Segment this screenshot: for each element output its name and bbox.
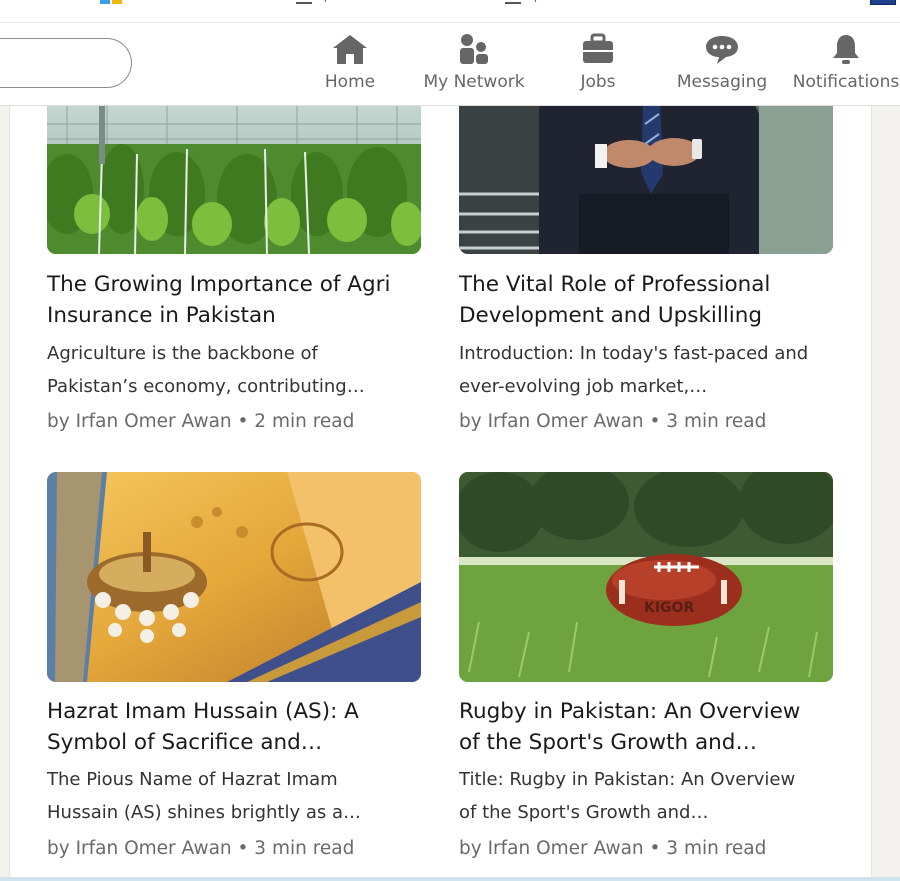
title-line: Hazrat Imam Hussain (AS): A	[47, 699, 359, 724]
article-description: Agriculture is the backbone of Pakistan’…	[47, 337, 422, 403]
nav-home-label: Home	[324, 72, 376, 92]
partial-glyph	[318, 0, 329, 2]
article-thumbnail[interactable]	[47, 106, 421, 254]
nav-messaging[interactable]: Messaging	[672, 33, 772, 97]
top-strip	[0, 0, 900, 23]
article-meta: by Irfan Omer Awan • 3 min read	[459, 838, 767, 859]
nav-jobs[interactable]: Jobs	[562, 33, 634, 97]
network-icon	[460, 34, 488, 64]
desc-line: of the Sport's Growth and…	[459, 802, 709, 823]
title-line: The Growing Importance of Agri	[47, 272, 391, 297]
article-meta: by Irfan Omer Awan • 3 min read	[459, 411, 767, 432]
article-thumbnail[interactable]	[459, 106, 833, 254]
article-meta: by Irfan Omer Awan • 2 min read	[47, 411, 355, 432]
desc-line: Introduction: In today's fast-paced and	[459, 343, 809, 364]
nav-jobs-label: Jobs	[580, 72, 616, 92]
message-icon	[706, 36, 738, 64]
partial-glyph	[528, 0, 539, 2]
desc-line: Hussain (AS) shines brightly as a…	[47, 802, 361, 823]
nav-messaging-label: Messaging	[676, 72, 768, 92]
article-title[interactable]: Hazrat Imam Hussain (AS): A Symbol of Sa…	[47, 696, 422, 758]
briefcase-icon	[583, 33, 613, 63]
title-line: Rugby in Pakistan: An Overview	[459, 699, 801, 724]
title-line: of the Sport's Growth and…	[459, 730, 757, 755]
search-input[interactable]	[0, 38, 132, 88]
svg-text:KIGOR: KIGOR	[644, 600, 694, 616]
nav-my-network-label: My Network	[423, 72, 525, 92]
article-title[interactable]: The Vital Role of Professional Developme…	[459, 269, 834, 331]
article-description: Introduction: In today's fast-paced and …	[459, 337, 834, 403]
article-thumbnail[interactable]	[47, 472, 421, 682]
partial-glyph	[505, 0, 521, 4]
desc-line: Agriculture is the backbone of	[47, 343, 318, 364]
article-description: Title: Rugby in Pakistan: An Overview of…	[459, 763, 834, 829]
desc-line: Pakistan’s economy, contributing…	[47, 376, 365, 397]
profile-thumbnail[interactable]	[870, 0, 896, 5]
bottom-edge	[0, 877, 900, 881]
title-line: Insurance in Pakistan	[47, 303, 276, 328]
partial-glyph	[296, 0, 312, 4]
desc-line: The Pious Name of Hazrat Imam	[47, 769, 338, 790]
article-meta: by Irfan Omer Awan • 3 min read	[47, 838, 355, 859]
title-line: Development and Upskilling	[459, 303, 763, 328]
article-title[interactable]: Rugby in Pakistan: An Overview of the Sp…	[459, 696, 834, 758]
windows-logo-icon	[100, 0, 122, 4]
article-description: The Pious Name of Hazrat Imam Hussain (A…	[47, 763, 422, 829]
article-title[interactable]: The Growing Importance of Agri Insurance…	[47, 269, 422, 331]
nav-notifications[interactable]: Notifications	[790, 33, 900, 97]
nav-notifications-label: Notifications	[792, 72, 900, 92]
desc-line: ever-evolving job market,…	[459, 376, 708, 397]
businessman-image	[459, 106, 833, 254]
shrine-ceiling-image	[47, 472, 421, 682]
desc-line: Title: Rugby in Pakistan: An Overview	[459, 769, 796, 790]
nav-my-network[interactable]: My Network	[418, 33, 530, 97]
rugby-ball-image: KIGOR	[459, 472, 833, 682]
bell-icon	[833, 35, 859, 64]
title-line: The Vital Role of Professional	[459, 272, 771, 297]
greenhouse-image	[47, 106, 421, 254]
nav-home[interactable]: Home	[315, 33, 385, 97]
articles-panel: The Growing Importance of Agri Insurance…	[9, 106, 872, 878]
article-thumbnail[interactable]: KIGOR	[459, 472, 833, 682]
home-icon	[333, 35, 367, 64]
title-line: Symbol of Sacrifice and…	[47, 730, 323, 755]
global-nav: Home My Network Jobs Messaging Notificat…	[0, 23, 900, 106]
